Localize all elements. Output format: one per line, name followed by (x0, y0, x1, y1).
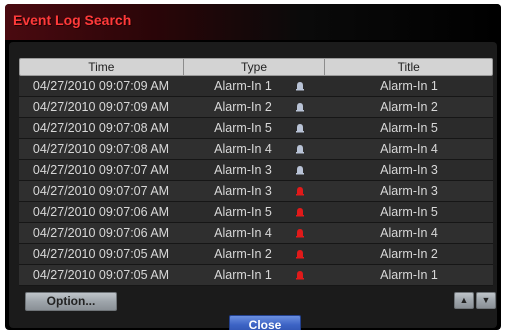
cell-type: Alarm-In 5 (183, 118, 325, 138)
alarm-inactive-icon (296, 145, 304, 154)
header-title[interactable]: Title (325, 59, 492, 75)
cell-title: Alarm-In 4 (380, 142, 438, 156)
cell-type-label: Alarm-In 4 (214, 226, 272, 240)
table-header: Time Type Title (19, 58, 493, 76)
cell-type: Alarm-In 5 (183, 202, 325, 222)
alarm-inactive-icon (296, 124, 304, 133)
title-bar: Event Log Search (5, 4, 501, 40)
scroll-down-button[interactable]: ▼ (476, 292, 496, 309)
cell-time: 04/27/2010 09:07:05 AM (32, 268, 170, 282)
alarm-inactive-icon (296, 103, 304, 112)
cell-title: Alarm-In 4 (380, 226, 438, 240)
cell-type: Alarm-In 4 (183, 139, 325, 159)
cell-type: Alarm-In 1 (183, 76, 325, 96)
cell-type: Alarm-In 2 (183, 97, 325, 117)
cell-time: 04/27/2010 09:07:05 AM (32, 247, 170, 261)
cell-title: Alarm-In 5 (380, 205, 438, 219)
close-button[interactable]: Close (229, 315, 301, 330)
alarm-active-icon (296, 250, 304, 259)
cell-title: Alarm-In 3 (380, 163, 438, 177)
table-row[interactable]: 04/27/2010 09:07:06 AM Alarm-In 4 Alarm-In… (19, 223, 493, 244)
table-row[interactable]: 04/27/2010 09:07:06 AM Alarm-In 5 Alarm-In… (19, 202, 493, 223)
table-row[interactable]: 04/27/2010 09:07:07 AM Alarm-In 3 Alarm-In… (19, 160, 493, 181)
table-row[interactable]: 04/27/2010 09:07:09 AM Alarm-In 1 Alarm-In… (19, 76, 493, 97)
table-row[interactable]: 04/27/2010 09:07:07 AM Alarm-In 3 Alarm-In… (19, 181, 493, 202)
cell-time: 04/27/2010 09:07:06 AM (32, 205, 170, 219)
cell-title: Alarm-In 5 (380, 121, 438, 135)
alarm-active-icon (296, 229, 304, 238)
cell-time: 04/27/2010 09:07:06 AM (32, 226, 170, 240)
cell-time: 04/27/2010 09:07:07 AM (32, 184, 170, 198)
cell-type-label: Alarm-In 1 (214, 79, 272, 93)
table-row[interactable]: 04/27/2010 09:07:09 AM Alarm-In 2 Alarm-In… (19, 97, 493, 118)
table-row[interactable]: 04/27/2010 09:07:08 AM Alarm-In 4 Alarm-In… (19, 139, 493, 160)
cell-type-label: Alarm-In 2 (214, 100, 272, 114)
table-row[interactable]: 04/27/2010 09:07:05 AM Alarm-In 1 Alarm-In… (19, 265, 493, 286)
header-time[interactable]: Time (20, 59, 184, 75)
event-log-table: Time Type Title 04/27/2010 09:07:09 AM Al… (19, 58, 493, 286)
alarm-active-icon (296, 208, 304, 217)
cell-title: Alarm-In 2 (380, 100, 438, 114)
cell-time: 04/27/2010 09:07:08 AM (32, 121, 170, 135)
alarm-inactive-icon (296, 166, 304, 175)
cell-type-label: Alarm-In 3 (214, 184, 272, 198)
cell-title: Alarm-In 2 (380, 247, 438, 261)
table-row[interactable]: 04/27/2010 09:07:05 AM Alarm-In 2 Alarm-In… (19, 244, 493, 265)
cell-title: Alarm-In 1 (380, 79, 438, 93)
cell-type-label: Alarm-In 4 (214, 142, 272, 156)
cell-type-label: Alarm-In 3 (214, 163, 272, 177)
event-log-search-window: Event Log Search Time Type Title 04/27/2… (5, 4, 501, 330)
table-row[interactable]: 04/27/2010 09:07:08 AM Alarm-In 5 Alarm-In… (19, 118, 493, 139)
cell-type: Alarm-In 3 (183, 181, 325, 201)
triangle-up-icon: ▲ (459, 295, 469, 305)
cell-type: Alarm-In 2 (183, 244, 325, 264)
alarm-active-icon (296, 187, 304, 196)
cell-title: Alarm-In 1 (380, 268, 438, 282)
option-button[interactable]: Option... (25, 292, 117, 311)
header-type[interactable]: Type (184, 59, 326, 75)
window-title: Event Log Search (13, 12, 132, 28)
cell-type-label: Alarm-In 5 (214, 205, 272, 219)
cell-time: 04/27/2010 09:07:07 AM (32, 163, 170, 177)
alarm-active-icon (296, 271, 304, 280)
cell-type: Alarm-In 4 (183, 223, 325, 243)
content-panel: Time Type Title 04/27/2010 09:07:09 AM Al… (9, 42, 497, 330)
cell-title: Alarm-In 3 (380, 184, 438, 198)
triangle-down-icon: ▼ (481, 295, 491, 305)
cell-type: Alarm-In 1 (183, 265, 325, 285)
cell-time: 04/27/2010 09:07:09 AM (32, 79, 170, 93)
cell-type: Alarm-In 3 (183, 160, 325, 180)
scroll-up-button[interactable]: ▲ (454, 292, 474, 309)
cell-time: 04/27/2010 09:07:09 AM (32, 100, 170, 114)
cell-type-label: Alarm-In 2 (214, 247, 272, 261)
cell-type-label: Alarm-In 5 (214, 121, 272, 135)
cell-time: 04/27/2010 09:07:08 AM (32, 142, 170, 156)
alarm-inactive-icon (296, 82, 304, 91)
table-body: 04/27/2010 09:07:09 AM Alarm-In 1 Alarm-In… (19, 76, 493, 286)
cell-type-label: Alarm-In 1 (214, 268, 272, 282)
